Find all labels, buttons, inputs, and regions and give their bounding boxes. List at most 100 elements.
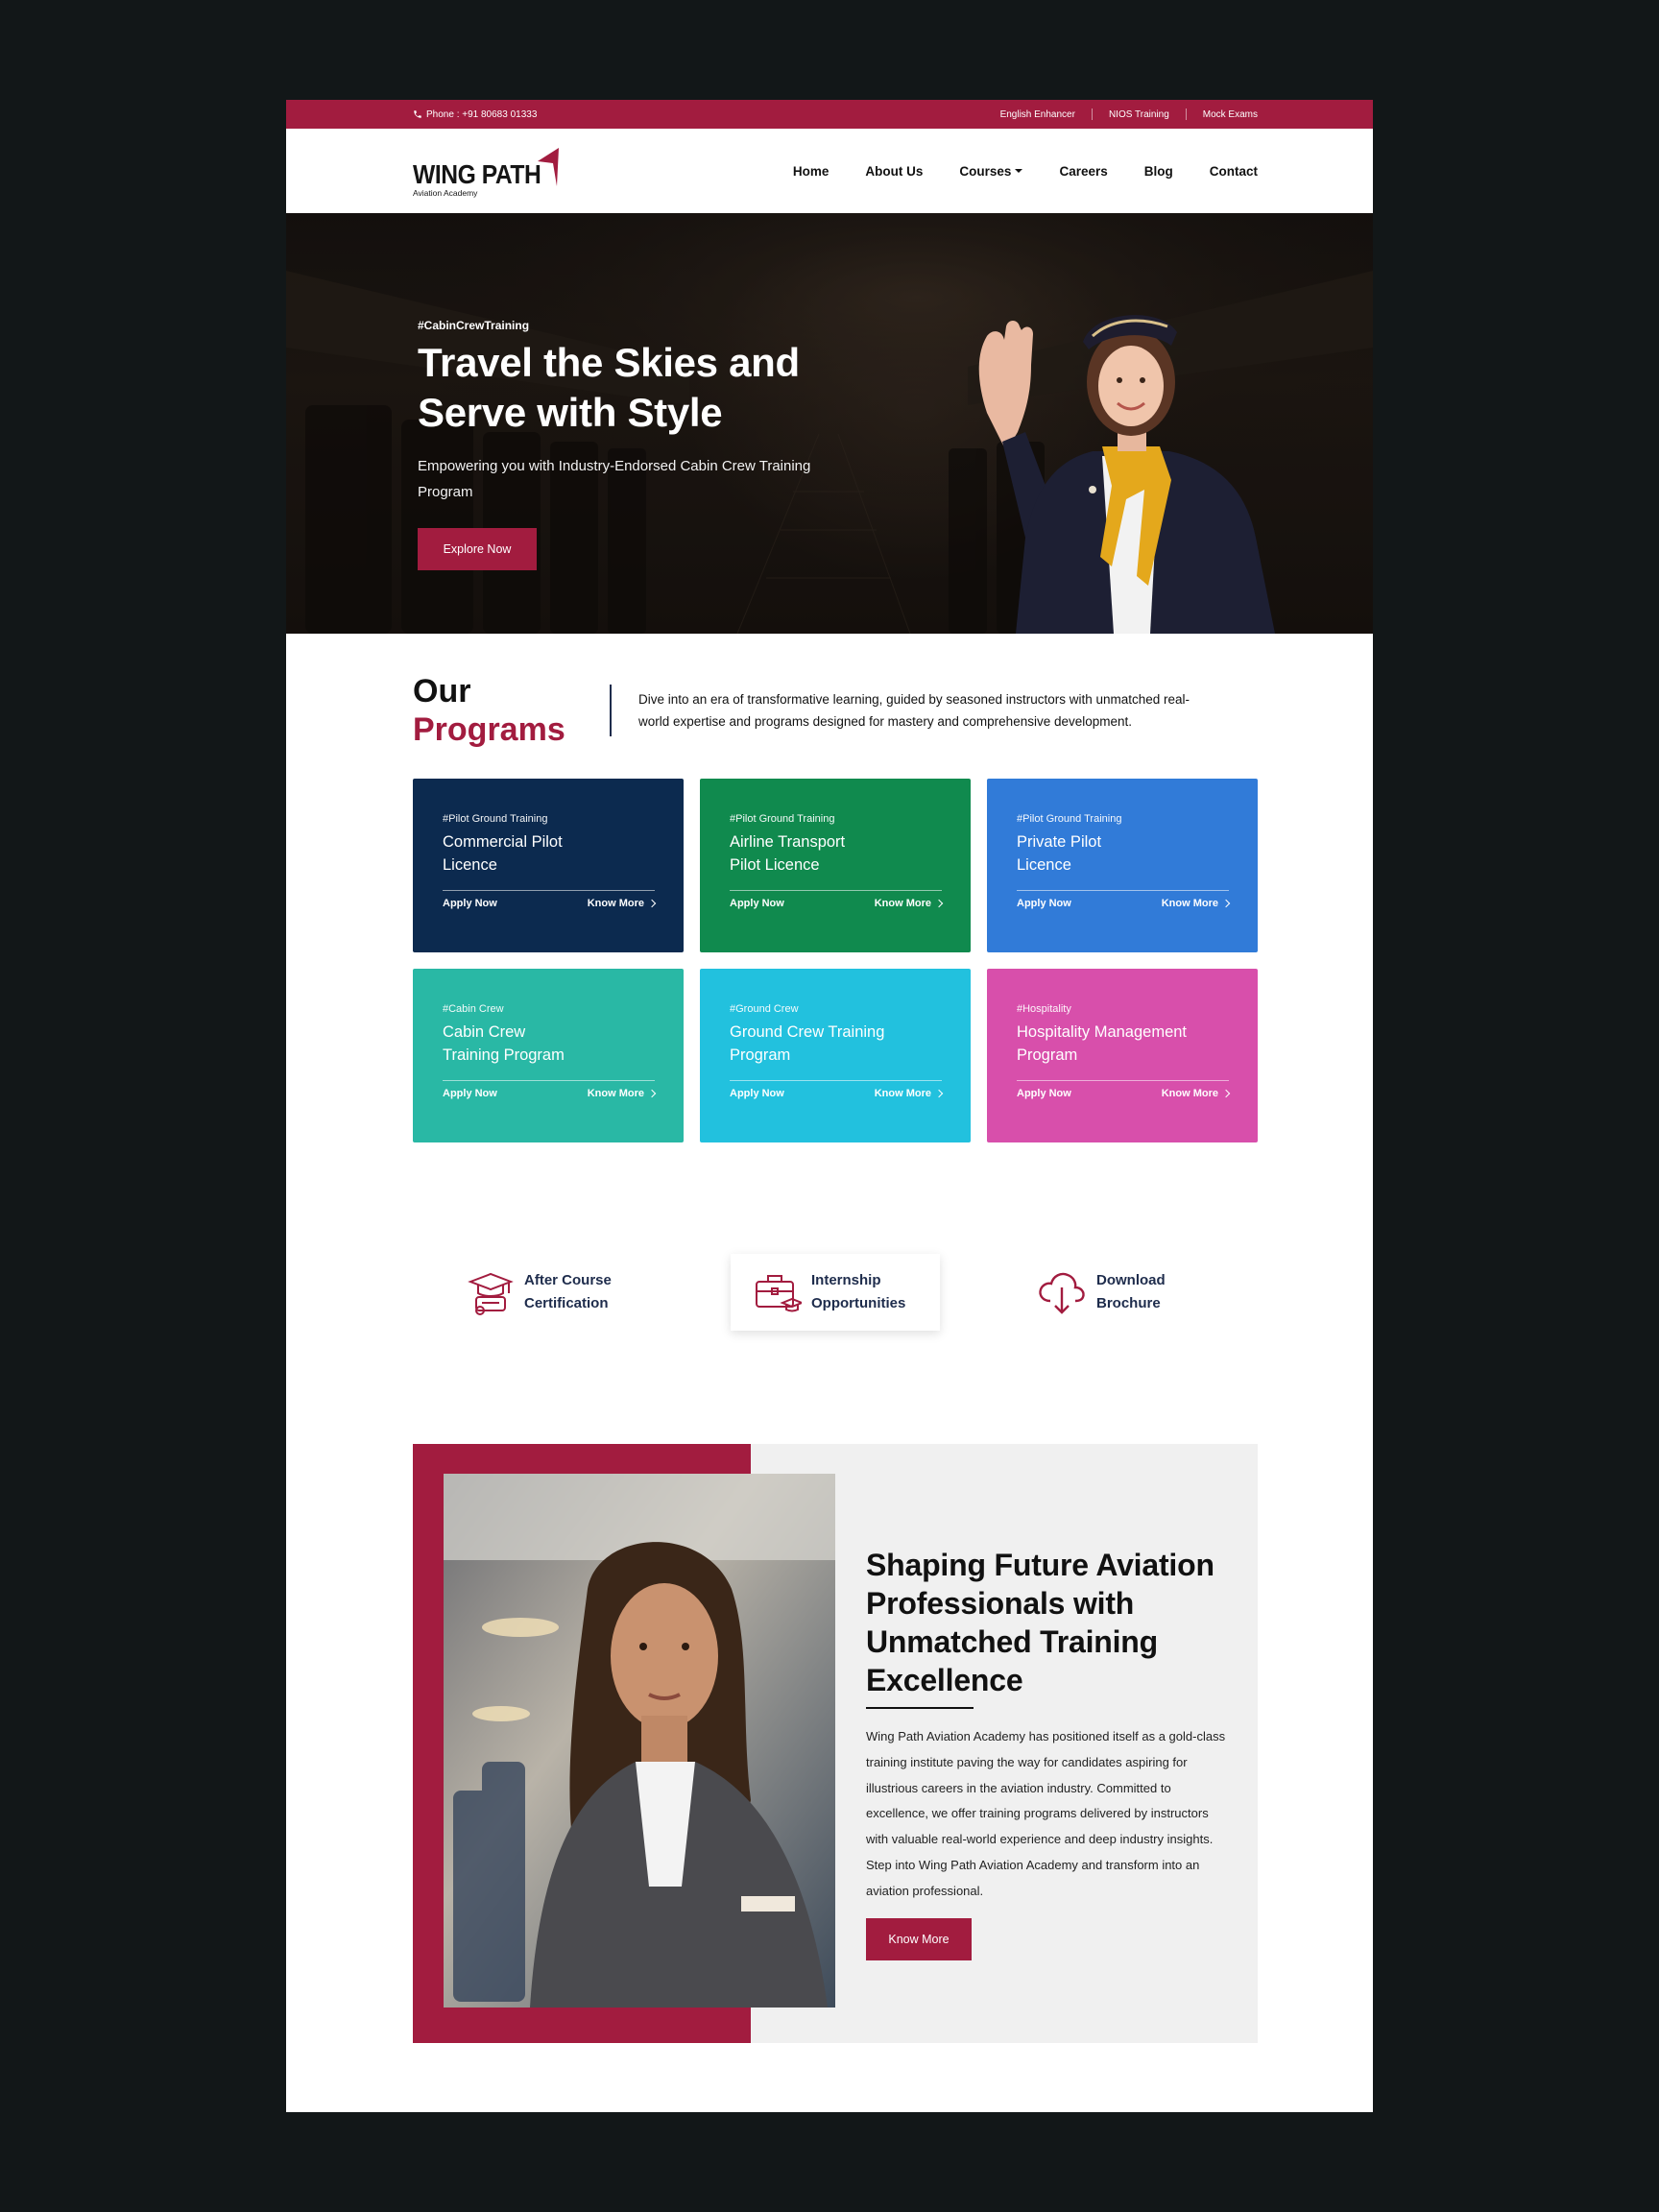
card-title: Ground Crew Training Program <box>730 1023 885 1064</box>
nav-courses-label: Courses <box>959 163 1012 179</box>
programs-title-line2: Programs <box>413 711 565 748</box>
divider <box>610 685 612 736</box>
program-card-ground-crew[interactable]: #Ground Crew Ground Crew Training Program… <box>700 969 971 1142</box>
program-card-hospitality[interactable]: #Hospitality Hospitality Management Progr… <box>987 969 1258 1142</box>
know-more-button[interactable]: Know More <box>866 1917 972 1960</box>
hero-title-line1: Travel the Skies and <box>418 340 800 385</box>
graduation-certificate-icon <box>468 1272 514 1315</box>
card-actions: Apply Now Know More <box>1017 1088 1231 1099</box>
card-title: Private Pilot Licence <box>1017 833 1102 874</box>
feature-label: Internship Opportunities <box>811 1272 906 1311</box>
chevron-right-icon <box>934 1089 944 1098</box>
top-link-mock-exams[interactable]: Mock Exams <box>1203 109 1258 120</box>
programs-title: Our Programs <box>413 672 610 749</box>
card-title: Airline Transport Pilot Licence <box>730 833 846 874</box>
site-header: WING PATH Aviation Academy Home About Us… <box>286 129 1373 213</box>
programs-title-line1: Our <box>413 673 471 709</box>
program-card-airline-transport[interactable]: #Pilot Ground Training Airline Transport… <box>700 779 971 952</box>
logo-wing-icon <box>538 148 559 186</box>
about-content: Shaping Future Aviation Professionals wi… <box>866 1546 1231 1960</box>
program-card-commercial-pilot[interactable]: #Pilot Ground Training Commercial Pilot L… <box>413 779 684 952</box>
phone-contact[interactable]: Phone : +91 80683 01333 <box>413 109 537 120</box>
card-actions: Apply Now Know More <box>730 898 944 909</box>
phone-text: Phone : +91 80683 01333 <box>426 108 538 120</box>
card-actions: Apply Now Know More <box>730 1088 944 1099</box>
nav-courses[interactable]: Courses <box>959 163 1023 179</box>
aviation-professional-photo <box>444 1474 835 2008</box>
chevron-right-icon <box>1221 899 1231 908</box>
apply-now-link[interactable]: Apply Now <box>443 1088 497 1099</box>
chevron-right-icon <box>647 1089 657 1098</box>
top-link-english-enhancer[interactable]: English Enhancer <box>1000 109 1075 120</box>
hero-title: Travel the Skies and Serve with Style <box>418 338 859 438</box>
about-body: Wing Path Aviation Academy has positione… <box>866 1729 1226 1898</box>
hero-hashtag: #CabinCrewTraining <box>418 319 530 332</box>
know-more-link[interactable]: Know More <box>1162 898 1231 909</box>
main-nav: Home About Us Courses Careers Blog Conta… <box>793 164 1258 179</box>
explore-now-button[interactable]: Explore Now <box>418 528 537 570</box>
feature-download-brochure[interactable]: Download Brochure <box>1037 1254 1166 1331</box>
divider <box>443 1080 655 1081</box>
know-more-link[interactable]: Know More <box>875 898 944 909</box>
title-underline <box>866 1707 974 1709</box>
nav-blog[interactable]: Blog <box>1144 164 1173 179</box>
flight-attendant-image <box>978 315 1275 634</box>
feature-highlights: After Course Certification Internship Oppo… <box>413 1254 1258 1331</box>
apply-now-link[interactable]: Apply Now <box>1017 898 1071 909</box>
cloud-download-icon <box>1039 1272 1085 1314</box>
logo-wordmark: WING PATH <box>413 159 541 189</box>
divider <box>730 890 942 891</box>
nav-contact[interactable]: Contact <box>1210 164 1258 179</box>
logo[interactable]: WING PATH Aviation Academy <box>413 148 566 198</box>
divider <box>1185 108 1187 120</box>
apply-now-link[interactable]: Apply Now <box>730 898 784 909</box>
top-links: English Enhancer NIOS Training Mock Exam… <box>1000 108 1258 120</box>
know-more-link[interactable]: Know More <box>875 1088 944 1099</box>
card-tag: #Cabin Crew <box>443 1003 504 1015</box>
divider <box>443 890 655 891</box>
about-title: Shaping Future Aviation Professionals wi… <box>866 1548 1214 1697</box>
nav-careers[interactable]: Careers <box>1059 164 1107 179</box>
program-card-cabin-crew[interactable]: #Cabin Crew Cabin Crew Training Program A… <box>413 969 684 1142</box>
card-tag: #Pilot Ground Training <box>443 813 548 825</box>
chevron-right-icon <box>934 899 944 908</box>
hero-subtitle: Empowering you with Industry-Endorsed Ca… <box>418 458 811 500</box>
briefcase-graduate-icon <box>756 1275 802 1312</box>
apply-now-link[interactable]: Apply Now <box>1017 1088 1071 1099</box>
divider <box>730 1080 942 1081</box>
divider <box>1091 108 1093 120</box>
card-actions: Apply Now Know More <box>443 1088 657 1099</box>
program-card-private-pilot[interactable]: #Pilot Ground Training Private Pilot Lice… <box>987 779 1258 952</box>
about-section: Shaping Future Aviation Professionals wi… <box>413 1444 1258 2043</box>
divider <box>1017 1080 1229 1081</box>
feature-internship[interactable]: Internship Opportunities <box>731 1254 941 1331</box>
know-more-link[interactable]: Know More <box>588 898 657 909</box>
apply-now-link[interactable]: Apply Now <box>730 1088 784 1099</box>
chevron-down-icon <box>1015 169 1023 173</box>
divider <box>1017 890 1229 891</box>
apply-now-link[interactable]: Apply Now <box>443 898 497 909</box>
card-actions: Apply Now Know More <box>443 898 657 909</box>
nav-about-us[interactable]: About Us <box>865 164 923 179</box>
programs-description: Dive into an era of transformative learn… <box>638 692 1190 729</box>
logo-tagline: Aviation Academy <box>413 188 478 198</box>
hero-banner: #CabinCrewTraining Travel the Skies and … <box>286 213 1373 634</box>
programs-heading: Our Programs Dive into an era of transfo… <box>413 672 1214 749</box>
feature-certification[interactable]: After Course Certification <box>467 1254 612 1331</box>
hero-title-line2: Serve with Style <box>418 390 723 435</box>
card-tag: #Pilot Ground Training <box>1017 813 1122 825</box>
phone-icon <box>414 110 421 118</box>
hero-content: #CabinCrewTraining Travel the Skies and … <box>418 319 859 570</box>
know-more-link[interactable]: Know More <box>588 1088 657 1099</box>
card-title: Commercial Pilot Licence <box>443 833 563 874</box>
page: Phone : +91 80683 01333 English Enhancer… <box>286 100 1373 2112</box>
nav-home[interactable]: Home <box>793 164 830 179</box>
top-link-nios-training[interactable]: NIOS Training <box>1109 109 1169 120</box>
card-actions: Apply Now Know More <box>1017 898 1231 909</box>
chevron-right-icon <box>647 899 657 908</box>
card-title: Hospitality Management Program <box>1017 1023 1188 1064</box>
card-tag: #Ground Crew <box>730 1003 799 1015</box>
card-title: Cabin Crew Training Program <box>443 1023 565 1064</box>
program-cards: #Pilot Ground Training Commercial Pilot L… <box>413 779 1258 1142</box>
know-more-link[interactable]: Know More <box>1162 1088 1231 1099</box>
